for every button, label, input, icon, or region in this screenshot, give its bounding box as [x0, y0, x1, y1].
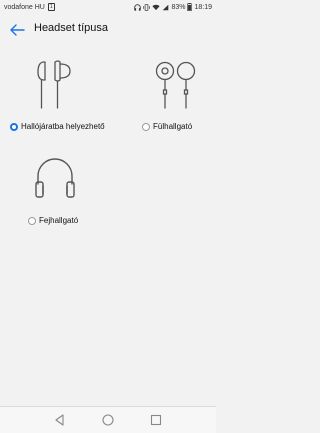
option-label-earbuds: Fülhallgató [153, 122, 193, 131]
clock: 18:19 [194, 3, 212, 11]
signal-icon [163, 4, 169, 10]
option-label-over-ear: Fejhallgató [39, 216, 79, 225]
status-bar: vodafone HU 1 83% 18:19 [0, 0, 216, 14]
in-ear-headphones-icon [37, 60, 71, 109]
carrier-text: vodafone HU [4, 4, 45, 11]
option-in-ear[interactable]: Hallójáratba helyezhető [0, 50, 108, 140]
headset-icon [134, 3, 142, 11]
option-earbuds[interactable]: Fülhallgató [108, 50, 216, 140]
page-title: Headset típusa [34, 22, 108, 34]
sim-badge: 1 [47, 3, 55, 11]
recents-square-icon[interactable] [149, 413, 163, 427]
home-circle-icon[interactable] [101, 413, 115, 427]
wifi-icon [152, 4, 161, 10]
option-over-ear[interactable]: Fejhallgató [0, 146, 108, 232]
app-header: Headset típusa [0, 14, 216, 46]
earbuds-icon [155, 61, 196, 109]
carrier-name: vodafone HU 1 [4, 3, 55, 11]
option-label-in-ear: Hallójáratba helyezhető [21, 122, 105, 131]
radio-in-ear[interactable] [10, 122, 18, 131]
over-ear-headphones-icon [35, 158, 75, 198]
back-triangle-icon[interactable] [53, 413, 67, 427]
system-nav-bar [0, 406, 216, 433]
radio-earbuds[interactable] [142, 122, 150, 131]
battery-icon [187, 3, 193, 11]
vibrate-icon [143, 3, 151, 11]
radio-over-ear[interactable] [28, 216, 36, 225]
battery-percent: 83% [171, 3, 186, 11]
back-arrow-icon[interactable] [8, 21, 26, 39]
